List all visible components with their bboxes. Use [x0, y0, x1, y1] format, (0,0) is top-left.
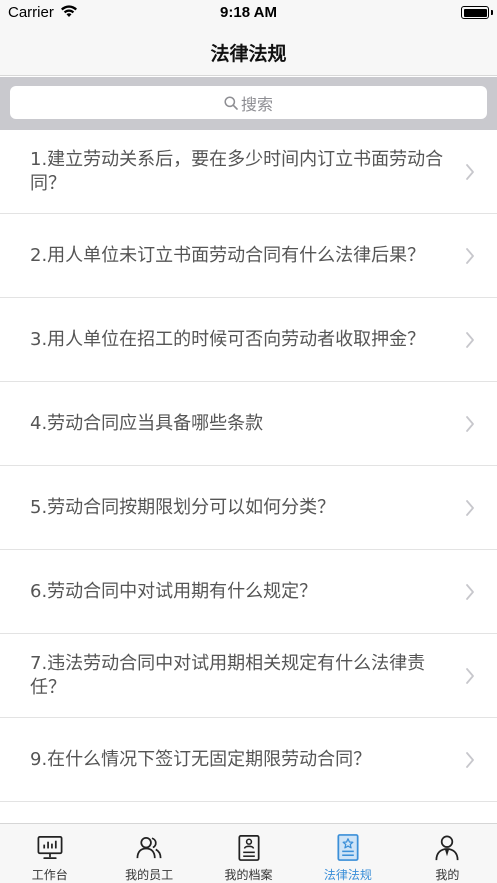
list-item[interactable]: 7.违法劳动合同中对试用期相关规定有什么法律责任？ [0, 634, 497, 718]
battery-tip [491, 10, 493, 15]
chevron-right-icon [466, 416, 474, 432]
list-item-text: 7.违法劳动合同中对试用期相关规定有什么法律责任？ [30, 652, 426, 698]
chevron-right-icon [466, 248, 474, 264]
list-item-text: 2.用人单位未订立书面劳动合同有什么法律后果？ [30, 244, 426, 266]
chevron-right-icon [466, 500, 474, 516]
list-item[interactable]: 5.劳动合同按期限划分可以如何分类？ [0, 466, 497, 550]
tab-label: 工作台 [31, 868, 68, 882]
tab-workbench[interactable]: 工作台 [0, 824, 99, 883]
list-item[interactable]: 2.用人单位未订立书面劳动合同有什么法律后果？ [0, 214, 497, 298]
navigation-bar: 法律法规 [0, 26, 497, 76]
law-question-list: 1.建立劳动关系后，要在多少时间内订立书面劳动合同？ 2.用人单位未订立书面劳动… [0, 130, 497, 802]
chevron-right-icon [466, 752, 474, 768]
battery-icon [461, 6, 489, 19]
list-item[interactable]: 9.在什么情况下签订无固定期限劳动合同？ [0, 718, 497, 802]
monitor-icon [37, 835, 63, 860]
list-item-text: 9.在什么情况下签订无固定期限劳动合同？ [30, 748, 372, 770]
law-book-icon [337, 834, 359, 861]
tab-label: 法律法规 [323, 868, 372, 882]
tab-laws-regulations[interactable]: 法律法规 [298, 824, 397, 883]
chevron-right-icon [466, 668, 474, 684]
list-item[interactable]: 4.劳动合同应当具备哪些条款 [0, 382, 497, 466]
tab-my-employees[interactable]: 我的员工 [99, 824, 198, 883]
status-bar: Carrier 9:18 AM [0, 0, 497, 26]
list-item[interactable]: 1.建立劳动关系后，要在多少时间内订立书面劳动合同？ [0, 130, 497, 214]
chevron-right-icon [466, 332, 474, 348]
list-item-text: 4.劳动合同应当具备哪些条款 [30, 412, 264, 434]
tab-label: 我的员工 [125, 868, 174, 882]
list-item-text: 5.劳动合同按期限划分可以如何分类？ [30, 496, 336, 518]
search-placeholder: 搜索 [240, 94, 273, 114]
tab-my-files[interactable]: 我的档案 [199, 824, 298, 883]
search-icon [224, 95, 238, 110]
clock: 9:18 AM [220, 4, 277, 21]
list-item[interactable]: 6.劳动合同中对试用期有什么规定？ [0, 550, 497, 634]
document-icon [237, 835, 260, 861]
chevron-right-icon [466, 584, 474, 600]
search-bar: 搜索 [0, 77, 497, 130]
people-icon [136, 836, 162, 859]
tab-label: 我的档案 [224, 868, 273, 882]
tab-bar: 工作台 我的员工 我的档案 法律法规 我的 [0, 823, 497, 883]
list-item-text: 3.用人单位在招工的时候可否向劳动者收取押金？ [30, 328, 426, 350]
chevron-right-icon [466, 164, 474, 180]
list-item-text: 1.建立劳动关系后，要在多少时间内订立书面劳动合同？ [30, 148, 444, 194]
person-icon [435, 835, 459, 861]
search-input[interactable]: 搜索 [10, 86, 487, 119]
page-title: 法律法规 [210, 43, 287, 65]
list-item[interactable]: 3.用人单位在招工的时候可否向劳动者收取押金？ [0, 298, 497, 382]
tab-label: 我的 [435, 868, 460, 882]
list-item-text: 6.劳动合同中对试用期有什么规定？ [30, 580, 318, 602]
tab-mine[interactable]: 我的 [398, 824, 497, 883]
